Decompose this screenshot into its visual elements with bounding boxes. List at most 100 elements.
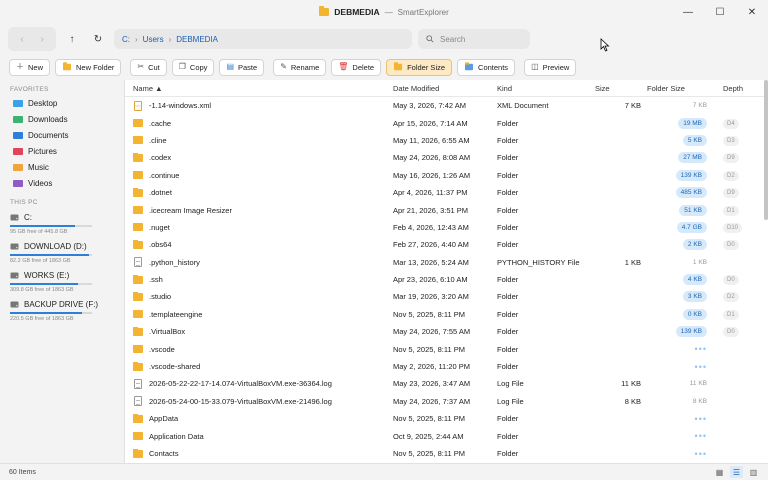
file-kind: Folder	[497, 292, 519, 302]
sidebar-item-documents[interactable]: Documents	[0, 127, 124, 143]
file-date: May 23, 2026, 3:47 AM	[393, 379, 471, 389]
table-row[interactable]: .continue May 16, 2026, 1:26 AM Folder 139 …	[125, 167, 768, 184]
sidebar-drive[interactable]: BACKUP DRIVE (F:) 220.5 GB free of 1863 G…	[0, 298, 124, 324]
close-button[interactable]: ✕	[736, 0, 768, 24]
column-date-modified[interactable]: Date Modified	[393, 84, 497, 93]
folder-size-badge: 3 KB	[682, 291, 707, 303]
folder-size-badge: 51 KB	[679, 204, 707, 216]
depth-badge: D0	[723, 327, 739, 338]
column-kind[interactable]: Kind	[497, 84, 589, 93]
file-date: May 11, 2026, 6:55 AM	[393, 135, 470, 145]
table-row[interactable]: .studio Mar 19, 2026, 3:20 AM Folder 3 KB D2	[125, 288, 768, 305]
sidebar-item-pictures[interactable]: Pictures	[0, 143, 124, 159]
table-row[interactable]: .obs64 Feb 27, 2026, 4:40 AM Folder 2 KB D0	[125, 236, 768, 253]
folder-icon	[13, 163, 23, 171]
folder-icon	[133, 135, 143, 145]
file-icon	[134, 257, 142, 268]
history-buttons: ‹ ›	[8, 27, 56, 51]
breadcrumb-drive[interactable]: C:	[122, 35, 130, 44]
forward-button[interactable]: ›	[32, 29, 52, 49]
drive-free-space: 309.8 GB free of 1863 GB	[10, 287, 74, 293]
sidebar-item-downloads[interactable]: Downloads	[0, 111, 124, 127]
breadcrumb-users[interactable]: Users	[143, 35, 164, 44]
file-kind: Folder	[497, 449, 519, 458]
file-kind: XML Document	[497, 101, 549, 111]
file-size: 1 KB	[624, 257, 641, 267]
column-folder-size[interactable]: Folder Size	[641, 84, 707, 93]
table-row[interactable]: .dotnet Apr 4, 2026, 11:37 PM Folder 485 KB…	[125, 184, 768, 201]
table-row[interactable]: .cline May 11, 2026, 6:55 AM Folder 5 KB D3	[125, 132, 768, 149]
file-name: .VirtualBox	[149, 327, 186, 337]
sidebar-item-music[interactable]: Music	[0, 159, 124, 175]
table-row[interactable]: 2026-05-22-22-17-14.074-VirtualBoxVM.exe…	[125, 375, 768, 392]
table-row[interactable]: Contacts Nov 5, 2025, 8:11 PM Folder •••	[125, 445, 768, 462]
refresh-button[interactable]: ↻	[88, 29, 108, 49]
details-view-icon[interactable]: ▥	[747, 466, 760, 478]
sidebar: FAVORITES Desktop Downloads Documents Pictu…	[0, 83, 124, 463]
hard-drive-icon	[10, 272, 19, 279]
file-name: .ssh	[149, 275, 163, 285]
file-date: May 24, 2026, 7:37 AM	[393, 396, 471, 406]
contents-button[interactable]: Contents	[457, 58, 516, 76]
column-name[interactable]: Name ▲	[125, 84, 393, 93]
table-row[interactable]: .ssh Apr 23, 2026, 6:10 AM Folder 4 KB D0	[125, 271, 768, 288]
search-input[interactable]: Search	[418, 29, 530, 49]
depth-badge: D10	[723, 222, 743, 233]
up-button[interactable]: ↑	[62, 29, 82, 49]
file-kind: Folder	[497, 344, 519, 354]
rename-button[interactable]: ✎ Rename	[273, 58, 327, 76]
file-date: Feb 27, 2026, 4:40 AM	[393, 240, 469, 250]
table-row[interactable]: .VirtualBox May 24, 2026, 7:55 AM Folder 13…	[125, 323, 768, 340]
table-row[interactable]: </> -1.14-windows.xml May 3, 2026, 7:42 AM…	[125, 97, 768, 114]
folder-size-button[interactable]: Folder Size	[386, 58, 453, 76]
file-name: .codex	[149, 153, 172, 163]
table-row[interactable]: .cache Apr 15, 2026, 7:14 AM Folder 19 MB D4	[125, 114, 768, 131]
paste-button[interactable]: ▤ Paste	[219, 58, 265, 76]
chevron-right-icon: ›	[168, 34, 172, 44]
sidebar-item-label: Desktop	[28, 98, 58, 108]
new-button[interactable]: ＋ New	[9, 58, 51, 76]
folder-icon	[133, 188, 143, 197]
minimize-button[interactable]: —	[672, 0, 704, 24]
sidebar-drive[interactable]: DOWNLOAD (D:) 82.2 GB free of 1863 GB	[0, 240, 124, 266]
file-name: 2026-05-24-00-15-33.079-VirtualBoxVM.exe…	[149, 396, 332, 406]
column-depth[interactable]: Depth	[707, 84, 747, 93]
table-row[interactable]: .codex May 24, 2026, 8:08 AM Folder 27 MB D9	[125, 149, 768, 166]
folder-icon	[133, 292, 143, 301]
sidebar-drive[interactable]: C: 95 GB free of 445.8 GB	[0, 211, 124, 237]
file-date: May 24, 2026, 7:55 AM	[393, 327, 471, 337]
depth-badge: D9	[723, 153, 739, 164]
pencil-icon: ✎	[280, 62, 287, 71]
drive-usage-bar	[10, 312, 92, 314]
cut-button[interactable]: ✂ Cut	[130, 58, 167, 76]
grid-view-icon[interactable]: ▦	[713, 466, 726, 478]
sidebar-item-videos[interactable]: Videos	[0, 175, 124, 191]
table-row[interactable]: 2026-05-24-00-15-33.079-VirtualBoxVM.exe…	[125, 393, 768, 410]
table-row[interactable]: .templateengine Nov 5, 2025, 8:11 PM Folde…	[125, 306, 768, 323]
file-kind: Folder	[497, 188, 519, 198]
folder-size-icon	[394, 62, 403, 71]
maximize-button[interactable]: ☐	[704, 0, 736, 24]
table-row[interactable]: .python_history Mar 13, 2026, 5:24 AM PYTH…	[125, 254, 768, 271]
table-row[interactable]: .icecream Image Resizer Apr 21, 2026, 3:5…	[125, 201, 768, 218]
list-view-icon[interactable]: ☰	[730, 466, 743, 478]
table-row[interactable]: .vscode-shared May 2, 2026, 11:20 PM Folde…	[125, 358, 768, 375]
breadcrumb-debmedia[interactable]: DEBMEDIA	[176, 35, 218, 44]
table-row[interactable]: .vscode Nov 5, 2025, 8:11 PM Folder •••	[125, 340, 768, 357]
table-row[interactable]: .nuget Feb 4, 2026, 12:43 AM Folder 4.7 GB D…	[125, 219, 768, 236]
new-folder-button[interactable]: New Folder	[55, 58, 122, 76]
sidebar-item-desktop[interactable]: Desktop	[0, 95, 124, 111]
copy-button[interactable]: ❐ Copy	[171, 58, 215, 76]
table-row[interactable]: Application Data Oct 9, 2025, 2:44 AM Fold…	[125, 427, 768, 444]
mouse-cursor-icon	[600, 38, 610, 52]
scrollbar-thumb[interactable]	[764, 80, 768, 220]
delete-button[interactable]: 🗑︎ Delete	[331, 58, 382, 76]
column-size[interactable]: Size	[589, 84, 641, 93]
new-folder-label: New Folder	[76, 62, 115, 72]
preview-button[interactable]: ◫ Preview	[524, 58, 577, 76]
back-button[interactable]: ‹	[12, 29, 32, 49]
sidebar-drive[interactable]: WORKS (E:) 309.8 GB free of 1863 GB	[0, 269, 124, 295]
table-row[interactable]: AppData Nov 5, 2025, 8:11 PM Folder •••	[125, 410, 768, 427]
status-bar: 60 Items ▦ ☰ ▥	[0, 463, 768, 480]
address-bar[interactable]: C: › Users › DEBMEDIA	[114, 29, 412, 49]
